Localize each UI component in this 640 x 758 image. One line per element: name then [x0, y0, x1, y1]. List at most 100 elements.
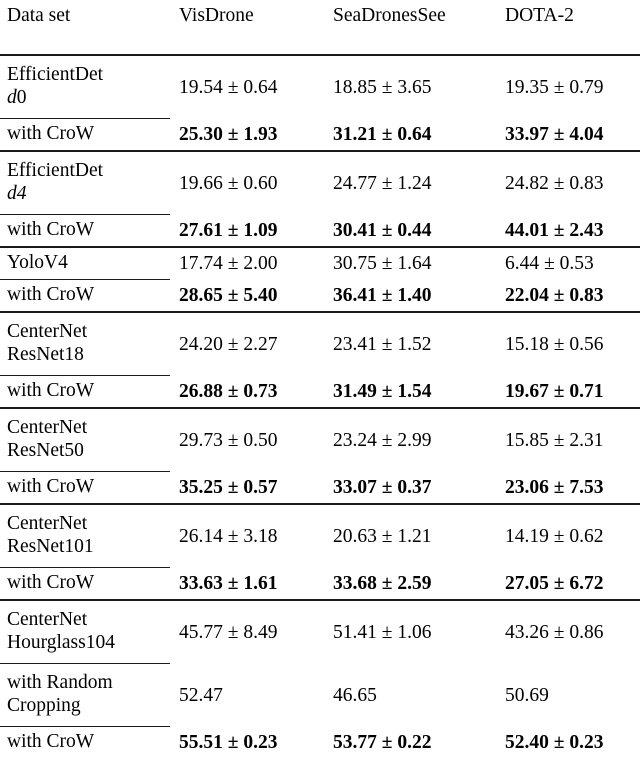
variant-label-cell: with CroW	[0, 568, 170, 600]
header-spacer	[0, 34, 640, 55]
model-name-line2: d4	[7, 183, 170, 206]
table-row: with CroW 33.63 ± 1.61 33.68 ± 2.59 27.05 ±…	[0, 568, 640, 600]
cell-seadronessee: 36.41 ± 1.40	[333, 285, 432, 306]
column-header-dataset: Data set	[0, 0, 170, 34]
cell-seadronessee: 24.77 ± 1.24	[333, 172, 432, 194]
cell-seadronessee: 53.77 ± 0.22	[333, 732, 432, 753]
cell-dota2: 43.26 ± 0.86	[505, 621, 604, 643]
table-row: CenterNet Hourglass104 45.77 ± 8.49 51.41 ±…	[0, 601, 640, 664]
model-name-line2-rest: Hourglass104	[7, 632, 115, 653]
results-table-container: Data set VisDrone SeaDronesSee DOTA-2 Ef…	[0, 0, 640, 753]
table-row: with CroW 26.88 ± 0.73 31.49 ± 1.54 19.67 ±…	[0, 376, 640, 408]
variant-label-line2: Cropping	[7, 695, 81, 716]
variant-label-cell: with CroW	[0, 727, 170, 758]
cell-dota2: 44.01 ± 2.43	[505, 220, 604, 241]
cell-visdrone: 45.77 ± 8.49	[179, 621, 278, 643]
cell-dota2: 14.19 ± 0.62	[505, 525, 604, 547]
model-name-cell: CenterNet Hourglass104	[0, 601, 170, 664]
model-name-line1: YoloV4	[7, 252, 68, 274]
header-row: Data set VisDrone SeaDronesSee DOTA-2	[0, 0, 640, 34]
cell-visdrone: 17.74 ± 2.00	[179, 253, 278, 275]
column-header-visdrone: VisDrone	[170, 0, 325, 34]
variant-label-line1: with Random	[7, 672, 113, 694]
model-name-line2-rest: ResNet50	[7, 440, 84, 461]
model-name-line2: ResNet18	[7, 344, 170, 367]
model-name-line1: CenterNet	[7, 321, 88, 343]
model-name-line2-rest: ResNet18	[7, 344, 84, 365]
variant-label-cell: with CroW	[0, 472, 170, 504]
model-name-cell: CenterNet ResNet101	[0, 505, 170, 568]
model-name-cell: CenterNet ResNet50	[0, 409, 170, 472]
cell-dota2: 23.06 ± 7.53	[505, 477, 604, 498]
cell-visdrone: 55.51 ± 0.23	[179, 732, 278, 753]
variant-label: with CroW	[7, 284, 95, 306]
cell-seadronessee: 23.41 ± 1.52	[333, 333, 432, 355]
table-row: CenterNet ResNet50 29.73 ± 0.50 23.24 ± 2.9…	[0, 409, 640, 472]
table-row: YoloV4 17.74 ± 2.00 30.75 ± 1.64 6.44 ± 0.5…	[0, 248, 640, 280]
table-header: Data set VisDrone SeaDronesSee DOTA-2	[0, 0, 640, 55]
cell-dota2: 15.85 ± 2.31	[505, 429, 604, 451]
model-name-line1: EfficientDet	[7, 64, 104, 86]
cell-seadronessee: 31.21 ± 0.64	[333, 124, 432, 145]
model-name-line1: EfficientDet	[7, 160, 104, 182]
model-name-line2: d0	[7, 87, 170, 110]
model-name-line2: ResNet101	[7, 536, 170, 559]
variant-label-cell: with CroW	[0, 280, 170, 312]
table-row: with CroW 35.25 ± 0.57 33.07 ± 0.37 23.06 ±…	[0, 472, 640, 504]
cell-visdrone: 26.14 ± 3.18	[179, 525, 278, 547]
cell-seadronessee: 30.75 ± 1.64	[333, 253, 432, 275]
cell-visdrone: 26.88 ± 0.73	[179, 381, 278, 402]
variant-label: with CroW	[7, 219, 95, 241]
cell-seadronessee: 18.85 ± 3.65	[333, 76, 432, 98]
table-row: with Random Cropping 52.47 46.65 50.69	[0, 664, 640, 727]
cell-visdrone: 19.66 ± 0.60	[179, 172, 278, 194]
results-table: Data set VisDrone SeaDronesSee DOTA-2 Ef…	[0, 0, 640, 758]
cell-visdrone: 28.65 ± 5.40	[179, 285, 278, 306]
variant-label-cell: with CroW	[0, 119, 170, 151]
model-name-cell: YoloV4	[0, 248, 170, 280]
cell-seadronessee: 20.63 ± 1.21	[333, 525, 432, 547]
cell-seadronessee: 23.24 ± 2.99	[333, 429, 432, 451]
cell-visdrone: 35.25 ± 0.57	[179, 477, 278, 498]
cell-visdrone: 25.30 ± 1.93	[179, 124, 278, 145]
table-row: with CroW 28.65 ± 5.40 36.41 ± 1.40 22.04 ±…	[0, 280, 640, 312]
variant-label: with CroW	[7, 123, 95, 145]
cell-seadronessee: 51.41 ± 1.06	[333, 621, 432, 643]
cell-dota2: 15.18 ± 0.56	[505, 333, 604, 355]
column-header-dataset-label: Data set	[7, 5, 71, 26]
model-name-line2: Hourglass104	[7, 632, 170, 655]
table-body: EfficientDet d0 19.54 ± 0.64 18.85 ± 3.65 19…	[0, 54, 640, 758]
model-name-line2-italic: d4	[7, 183, 27, 204]
cell-dota2: 27.05 ± 6.72	[505, 573, 604, 594]
cell-dota2: 19.67 ± 0.71	[505, 381, 604, 402]
cell-visdrone: 24.20 ± 2.27	[179, 333, 278, 355]
model-name-cell: EfficientDet d0	[0, 56, 170, 119]
cell-visdrone: 52.47	[179, 684, 223, 706]
cell-dota2: 50.69	[505, 684, 549, 706]
column-header-dota2: DOTA-2	[497, 0, 640, 34]
model-name-line1: CenterNet	[7, 417, 88, 439]
table-row: EfficientDet d4 19.66 ± 0.60 24.77 ± 1.24 24…	[0, 152, 640, 215]
model-name-line1: CenterNet	[7, 513, 88, 535]
model-name-cell: EfficientDet d4	[0, 152, 170, 215]
model-name-line2-rest: ResNet101	[7, 536, 94, 557]
model-name-line2-rest: 0	[16, 87, 27, 108]
table-row: EfficientDet d0 19.54 ± 0.64 18.85 ± 3.65 19…	[0, 56, 640, 119]
column-header-dota2-label: DOTA-2	[505, 5, 574, 26]
cell-seadronessee: 33.68 ± 2.59	[333, 573, 432, 594]
table-row: CenterNet ResNet18 24.20 ± 2.27 23.41 ± 1.5…	[0, 313, 640, 376]
cell-dota2: 52.40 ± 0.23	[505, 732, 604, 753]
cell-seadronessee: 46.65	[333, 684, 377, 706]
variant-label: with CroW	[7, 476, 95, 498]
cell-dota2: 24.82 ± 0.83	[505, 172, 604, 194]
cell-visdrone: 27.61 ± 1.09	[179, 220, 278, 241]
column-header-seadronessee: SeaDronesSee	[325, 0, 497, 34]
model-name-line1: CenterNet	[7, 609, 88, 631]
variant-label: with CroW	[7, 380, 95, 402]
model-name-cell: CenterNet ResNet18	[0, 313, 170, 376]
column-header-seadronessee-label: SeaDronesSee	[333, 5, 446, 26]
table-row: with CroW 27.61 ± 1.09 30.41 ± 0.44 44.01 ±…	[0, 215, 640, 247]
cell-dota2: 6.44 ± 0.53	[505, 253, 594, 275]
table-row: with CroW 25.30 ± 1.93 31.21 ± 0.64 33.97 ±…	[0, 119, 640, 151]
cell-dota2: 22.04 ± 0.83	[505, 285, 604, 306]
